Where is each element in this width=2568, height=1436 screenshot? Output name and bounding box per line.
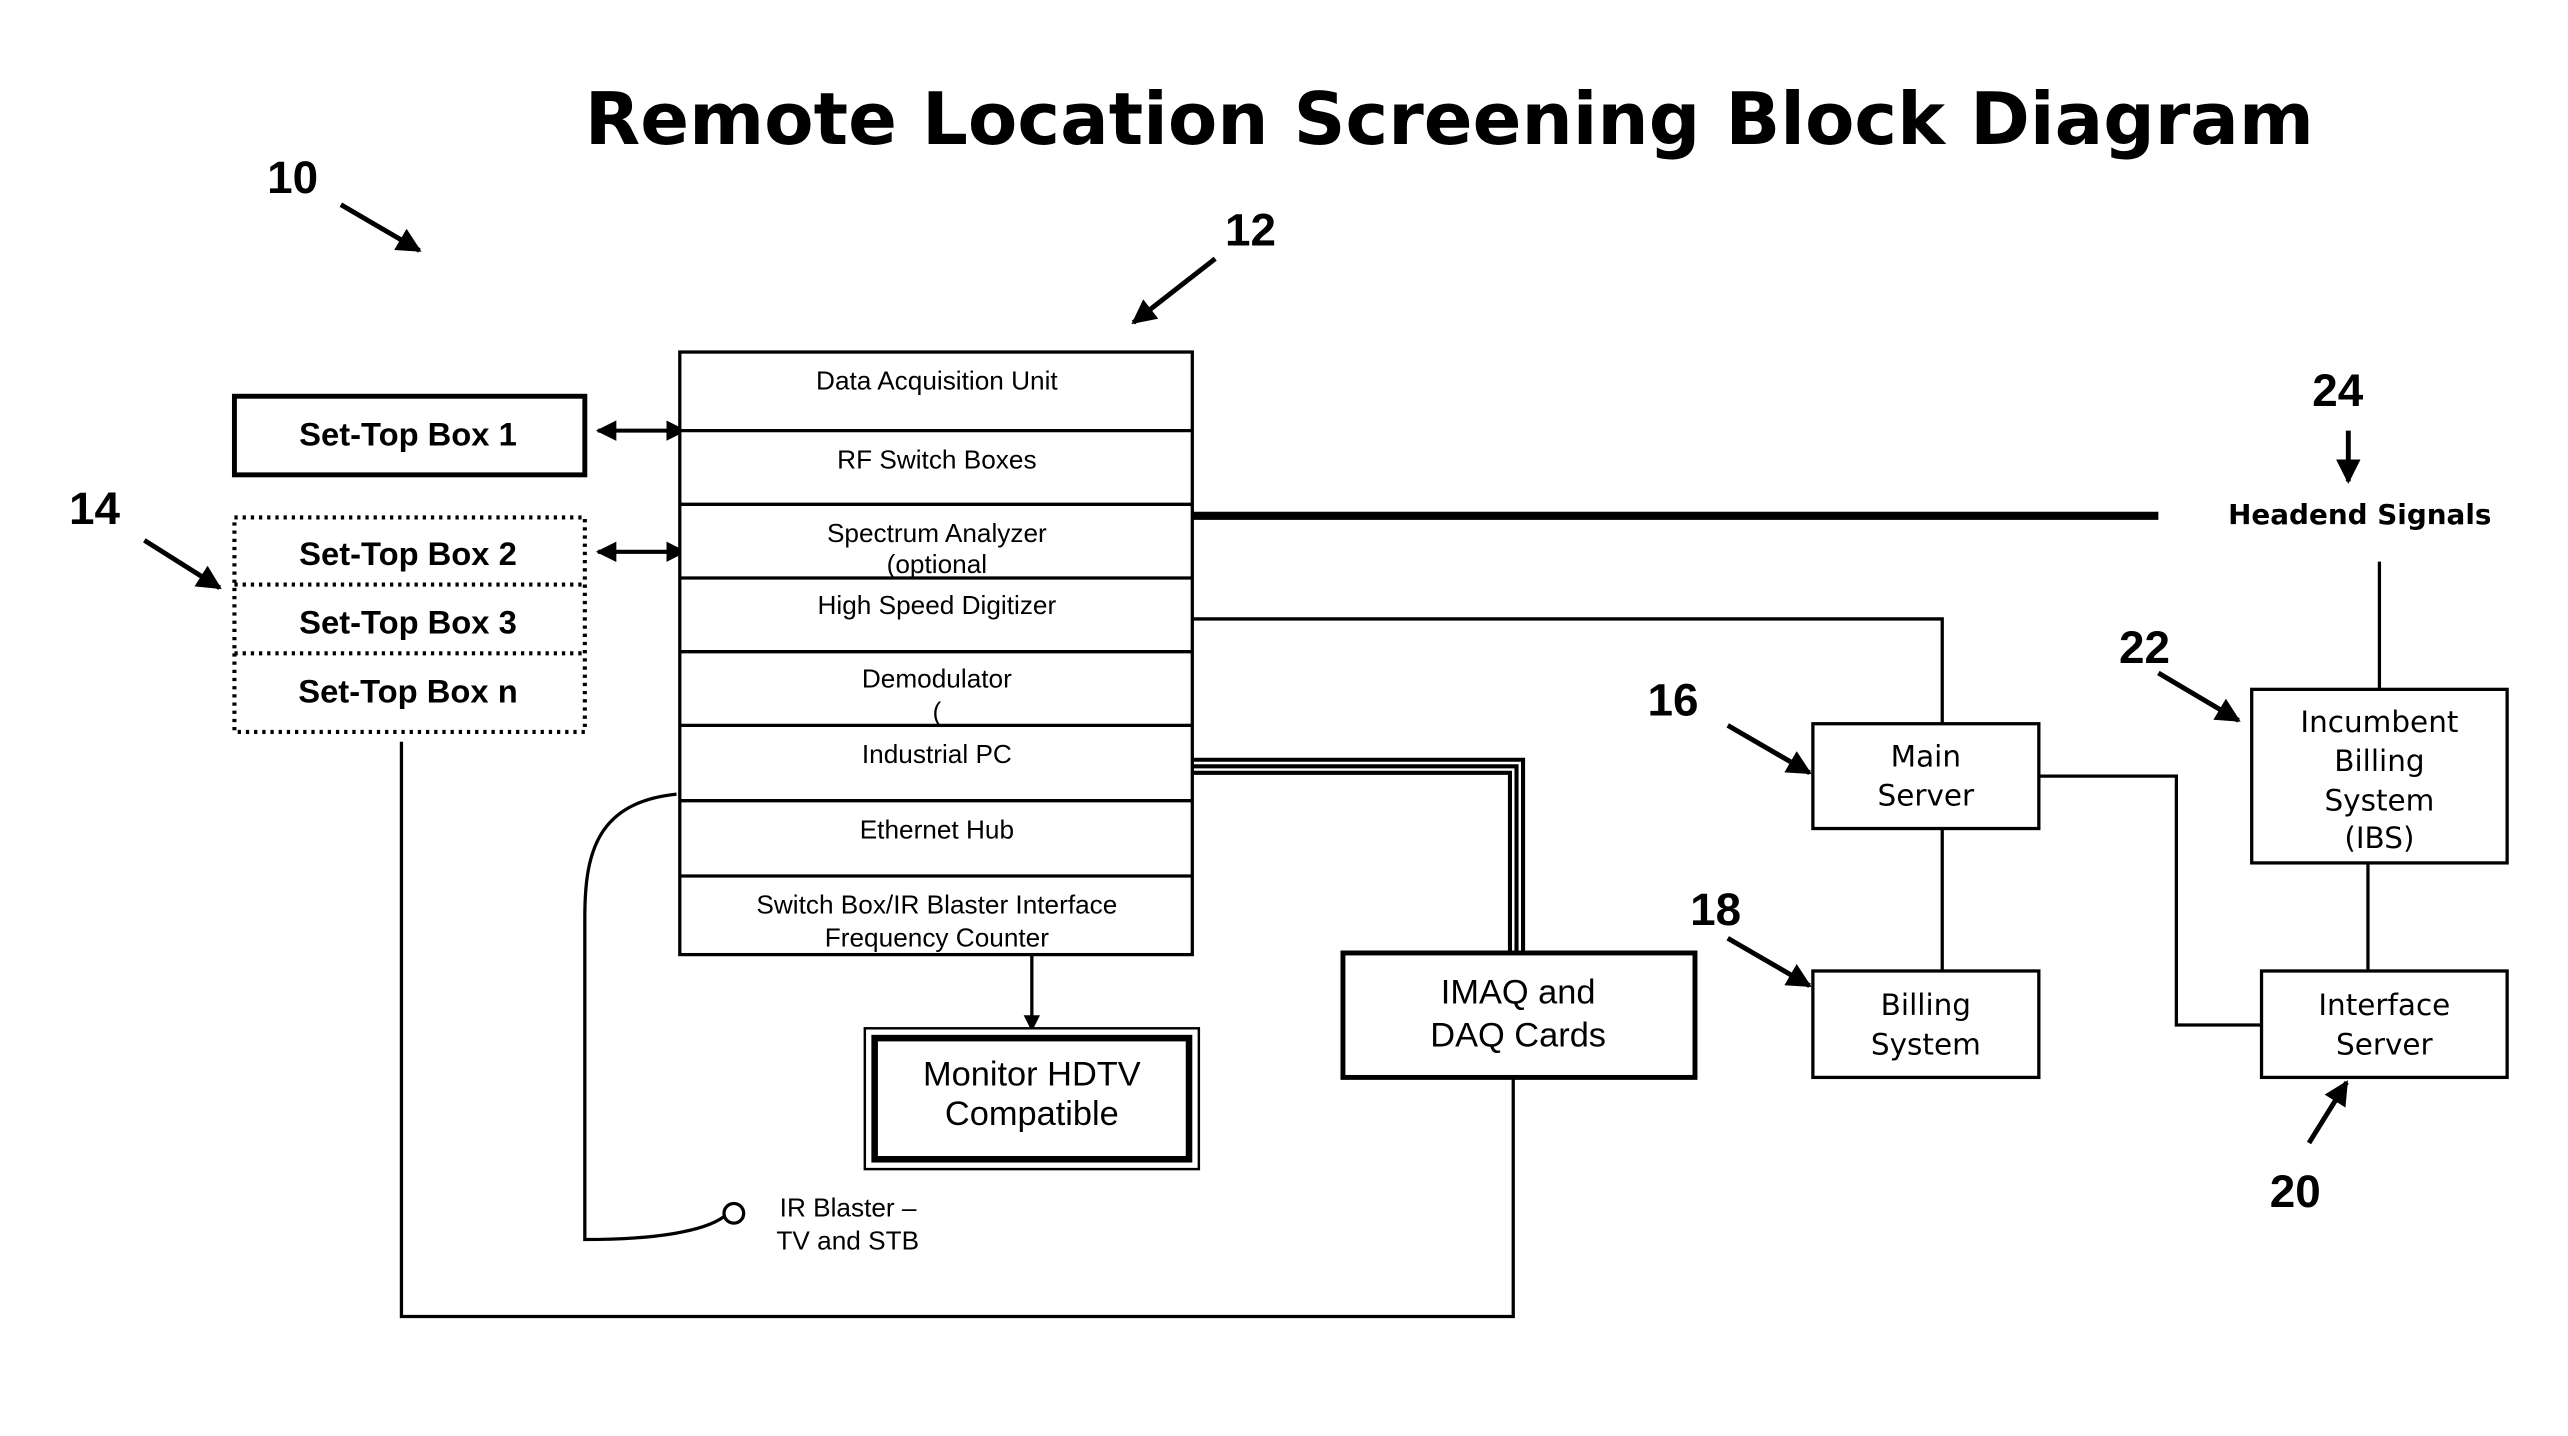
daq-cell-high-speed-digitizer: High Speed Digitizer <box>818 590 1057 620</box>
set-top-box-n-label: Set-Top Box n <box>298 672 517 709</box>
daq-cell-frequency-counter: Frequency Counter <box>825 922 1049 952</box>
interface-server-label-line2: Server <box>2336 1027 2434 1061</box>
billing-system-box: Billing System <box>1811 969 2041 1080</box>
set-top-box-1-label: Set-Top Box 1 <box>299 415 517 452</box>
set-top-box-1: Set-Top Box 1 <box>231 393 588 478</box>
ref-numeral-14: 14 <box>69 483 120 534</box>
daq-cell-demodulator: Demodulator <box>862 664 1012 694</box>
daq-cell-switch-box-interface: Switch Box/IR Blaster Interface <box>756 890 1117 920</box>
set-top-box-2-label: Set-Top Box 2 <box>299 535 517 572</box>
data-acquisition-stack: Data Acquisition Unit RF Switch Boxes Sp… <box>678 350 1194 957</box>
ibs-label-line1: Incumbent <box>2300 705 2458 739</box>
ibs-label-line2: Billing <box>2334 744 2424 778</box>
daq-cell-spectrum-analyzer-note: (optional <box>887 549 987 579</box>
daq-cell-rf-switch-boxes: RF Switch Boxes <box>837 444 1036 474</box>
headend-signals-label: Headend Signals <box>2228 498 2491 531</box>
billing-system-label-line1: Billing <box>1881 988 1971 1022</box>
main-to-interface-line <box>2038 774 2262 1027</box>
set-top-box-group: Set-Top Box 2 Set-Top Box 3 Set-Top Box … <box>232 515 587 734</box>
daq-cell-spectrum-analyzer: Spectrum Analyzer <box>827 518 1047 548</box>
daq-cell-ethernet-hub: Ethernet Hub <box>860 814 1014 844</box>
imaq-daq-cards-box: IMAQ and DAQ Cards <box>1340 950 1698 1080</box>
ir-blaster-label-line1: IR Blaster – <box>780 1193 917 1223</box>
ref-10-arrow <box>339 202 422 253</box>
ref-numeral-24: 24 <box>2312 365 2363 416</box>
daq-cell-demodulator-mark: ( <box>933 696 942 726</box>
ref-22-arrow <box>2157 670 2241 723</box>
digitizer-to-main-server-line <box>1192 617 1944 724</box>
main-server-box: Main Server <box>1811 722 2041 831</box>
ir-blaster-label-line2: TV and STB <box>776 1225 919 1255</box>
ref-14-arrow <box>143 538 222 590</box>
ref-18-arrow <box>1726 936 1812 988</box>
daq-cell-data-acquisition-unit: Data Acquisition Unit <box>816 366 1058 396</box>
interface-server-box: Interface Server <box>2259 969 2509 1080</box>
ref-numeral-20: 20 <box>2270 1166 2321 1217</box>
ref-numeral-10: 10 <box>267 152 318 203</box>
ref-12-arrow <box>1131 256 1217 325</box>
ref-16-arrow <box>1726 723 1812 775</box>
imaq-label-line1: IMAQ and <box>1441 974 1596 1012</box>
ref-20-arrow <box>2306 1080 2349 1145</box>
ref-numeral-12: 12 <box>1225 205 1276 256</box>
monitor-hdtv-box: Monitor HDTV Compatible <box>863 1027 1201 1171</box>
imaq-label-line2: DAQ Cards <box>1430 1016 1606 1054</box>
industrial-pc-to-imaq-bus <box>1192 757 1526 953</box>
main-server-label-line1: Main <box>1891 739 1961 773</box>
set-top-box-3-label: Set-Top Box 3 <box>299 604 517 641</box>
ref-numeral-18: 18 <box>1690 884 1741 935</box>
monitor-label-line1: Monitor HDTV <box>923 1056 1141 1094</box>
billing-system-label-line2: System <box>1871 1027 1981 1061</box>
ir-blaster-emitter-icon <box>722 1201 746 1225</box>
incumbent-billing-system-box: Incumbent Billing System (IBS) <box>2250 687 2509 865</box>
ibs-label-line3: System <box>2324 784 2434 818</box>
diagram-title: Remote Location Screening Block Diagram <box>585 77 2314 161</box>
daq-cell-industrial-pc: Industrial PC <box>862 739 1012 769</box>
block-diagram: Remote Location Screening Block Diagram … <box>69 77 2509 1319</box>
ref-numeral-22: 22 <box>2119 622 2170 673</box>
ref-numeral-16: 16 <box>1648 675 1699 726</box>
monitor-label-line2: Compatible <box>945 1095 1119 1133</box>
ibs-label-line4: (IBS) <box>2344 821 2414 855</box>
main-server-label-line2: Server <box>1878 779 1976 813</box>
interface-server-label-line1: Interface <box>2318 988 2450 1022</box>
